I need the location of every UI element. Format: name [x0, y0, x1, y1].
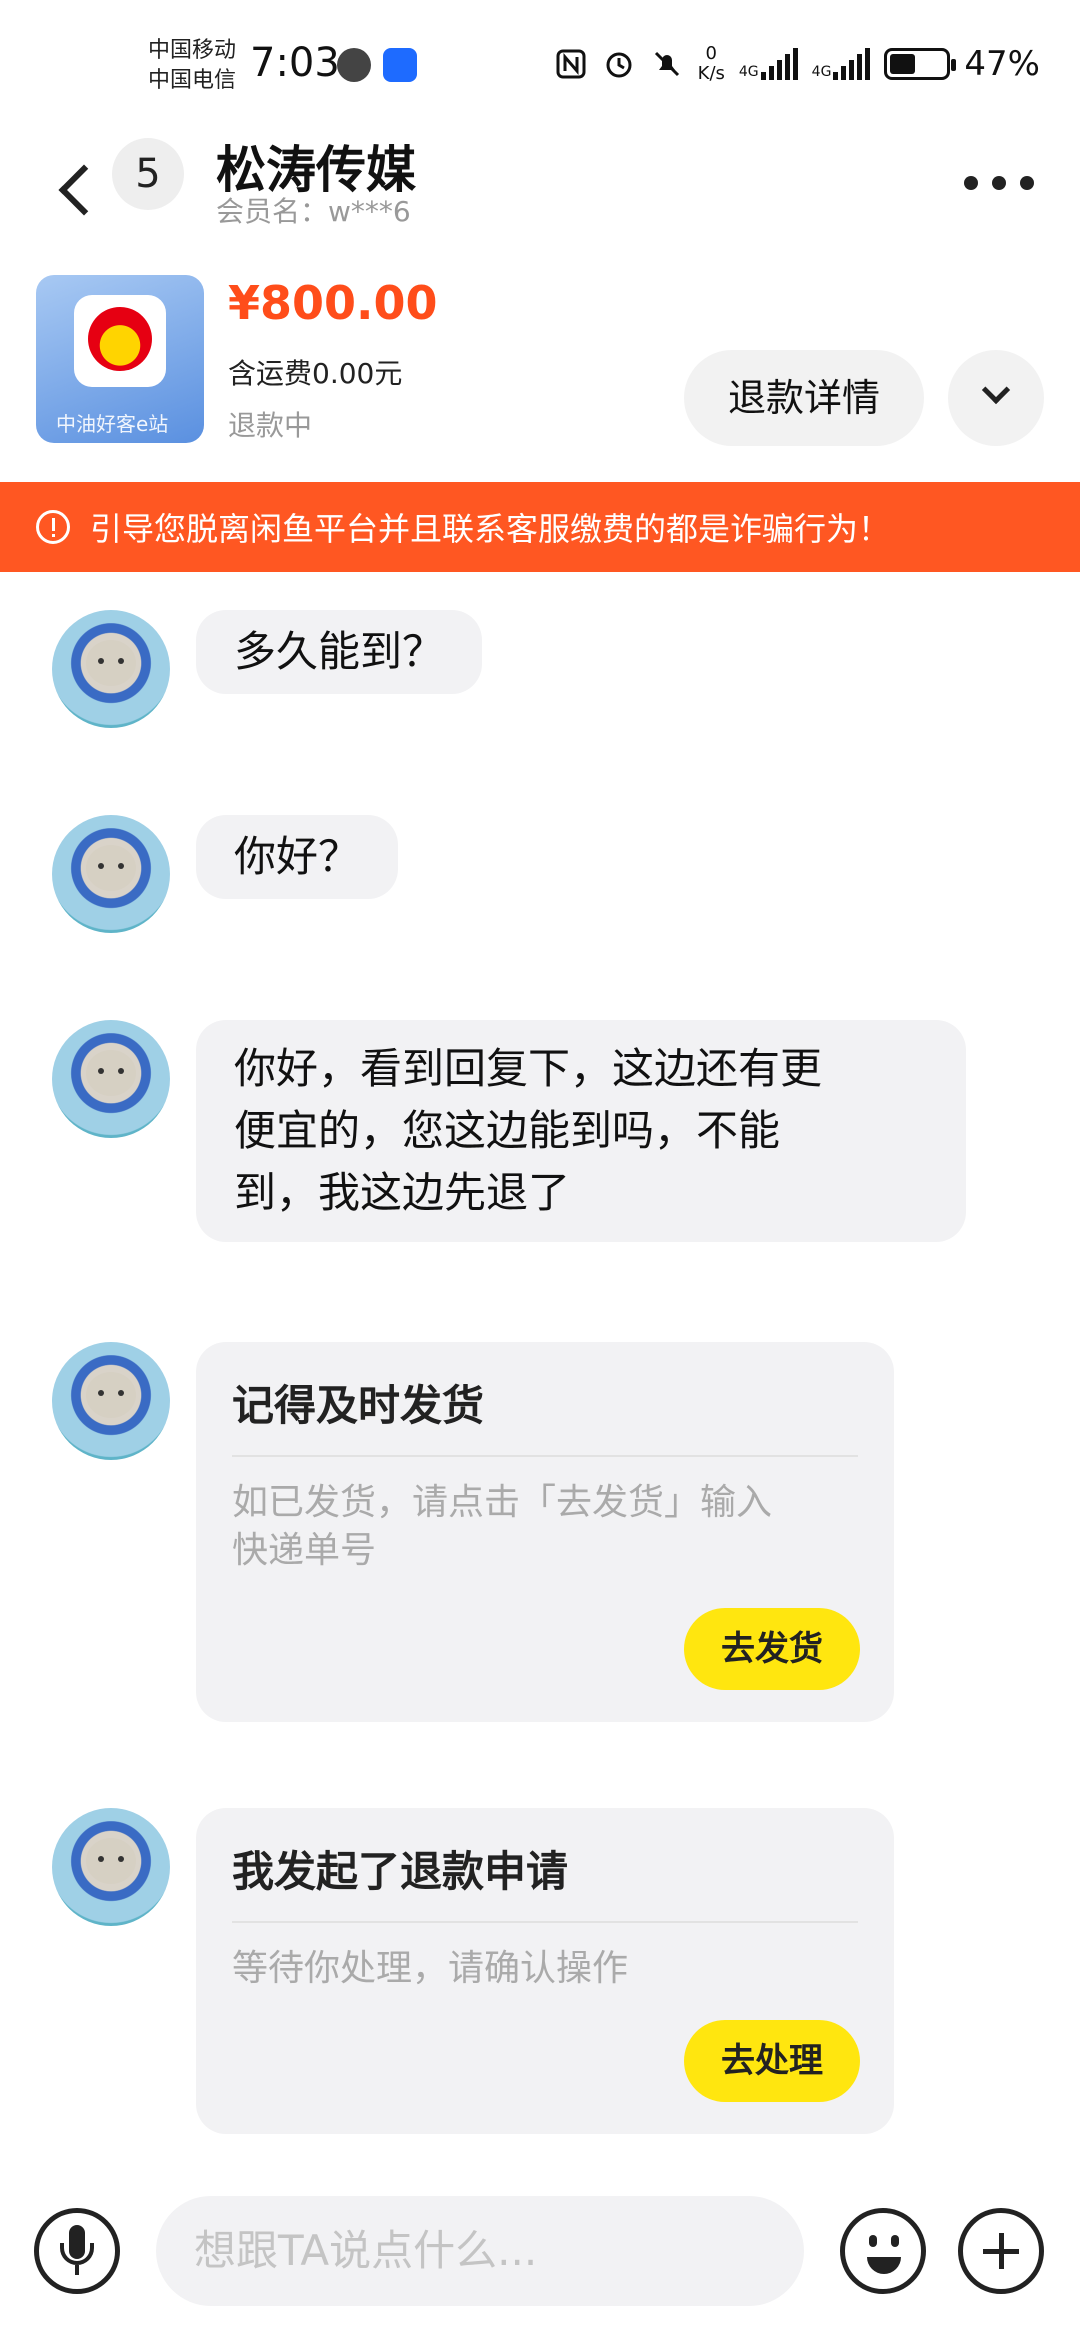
card-title: 我发起了退款申请: [232, 1838, 858, 1923]
emoji-icon: [869, 2235, 877, 2247]
message-line: 便宜的，您这边能到吗，不能: [234, 1106, 781, 1155]
signal-bars-2-icon: [833, 48, 871, 80]
battery-percent: 47%: [964, 44, 1040, 84]
battery-icon: [884, 48, 957, 80]
status-bar: 中国移动 中国电信 7:03 0 K/s 4G 4G 47%: [0, 0, 1080, 130]
avatar[interactable]: [52, 1342, 170, 1460]
message-bubble[interactable]: 你好，看到回复下，这边还有更 便宜的，您这边能到吗，不能 到，我这边先退了: [196, 1020, 966, 1242]
back-arrow-icon: [58, 164, 110, 216]
shipping-reminder-card: 记得及时发货 如已发货，请点击「去发货」输入 快递单号 去发货: [196, 1342, 894, 1722]
carrier-names: 中国移动 中国电信: [148, 36, 236, 96]
network-speed: 0 K/s: [697, 43, 725, 84]
mute-icon: [650, 47, 684, 81]
notification-bulb-icon: [383, 48, 417, 82]
avatar[interactable]: [52, 815, 170, 933]
message-bubble[interactable]: 你好？: [196, 815, 399, 899]
handle-button[interactable]: 去处理: [684, 2020, 860, 2102]
refund-request-card: 我发起了退款申请 等待你处理，请确认操作 去处理: [196, 1808, 894, 2134]
fraud-warning-banner: 引导您脱离闲鱼平台并且联系客服缴费的都是诈骗行为！: [0, 482, 1080, 572]
order-status: 退款中: [228, 409, 313, 442]
petrochina-logo-icon: [74, 295, 166, 387]
signal-1: 4G: [739, 48, 798, 80]
expand-button[interactable]: [948, 350, 1044, 446]
more-options-button[interactable]: [964, 158, 1034, 208]
shipping-fee: 含运费0.00元: [228, 357, 403, 390]
member-name: 会员名：w***6: [216, 195, 411, 228]
ship-button[interactable]: 去发货: [684, 1608, 860, 1690]
clock: 7:03: [250, 40, 340, 86]
voice-button[interactable]: [34, 2208, 120, 2294]
card-title: 记得及时发货: [232, 1372, 858, 1457]
status-indicators: 0 K/s 4G 4G 47%: [554, 44, 1040, 84]
warning-text: 引导您脱离闲鱼平台并且联系客服缴费的都是诈骗行为！: [90, 510, 891, 548]
chevron-down-icon: [981, 375, 1011, 405]
plus-button[interactable]: [958, 2208, 1044, 2294]
card-body: 等待你处理，请确认操作: [232, 1948, 629, 1989]
thumbnail-caption: 中油好客e站: [56, 412, 169, 436]
product-thumbnail[interactable]: 中油好客e站: [36, 275, 204, 443]
message-input[interactable]: 想跟TA说点什么...: [156, 2196, 804, 2306]
unread-count-badge[interactable]: 5: [112, 138, 184, 210]
signal-2: 4G: [812, 48, 871, 80]
emoji-button[interactable]: [840, 2208, 926, 2294]
message-line: 到，我这边先退了: [234, 1168, 571, 1217]
product-card[interactable]: 中油好客e站 ¥800.00 含运费0.00元 退款中 退款详情: [0, 270, 1080, 470]
carrier-1: 中国移动: [148, 38, 237, 63]
chat-header: 5 松涛传媒 会员名：w***6: [0, 130, 1080, 260]
back-button[interactable]: [50, 148, 110, 228]
nfc-icon: [554, 47, 588, 81]
input-bar: 想跟TA说点什么...: [0, 2190, 1080, 2320]
notification-app-icon: [337, 48, 371, 82]
signal-bars-1-icon: [760, 48, 798, 80]
battery-fill: [890, 54, 916, 74]
warning-icon: [36, 510, 70, 544]
refund-detail-button[interactable]: 退款详情: [684, 350, 924, 446]
avatar[interactable]: [52, 610, 170, 728]
product-price: ¥800.00: [228, 276, 438, 330]
message-line: 你好，看到回复下，这边还有更: [234, 1044, 823, 1093]
avatar[interactable]: [52, 1020, 170, 1138]
alarm-icon: [602, 47, 636, 81]
card-body: 如已发货，请点击「去发货」输入 快递单号: [232, 1482, 773, 1571]
avatar[interactable]: [52, 1808, 170, 1926]
message-bubble[interactable]: 多久能到？: [196, 610, 483, 694]
carrier-2: 中国电信: [148, 68, 237, 93]
